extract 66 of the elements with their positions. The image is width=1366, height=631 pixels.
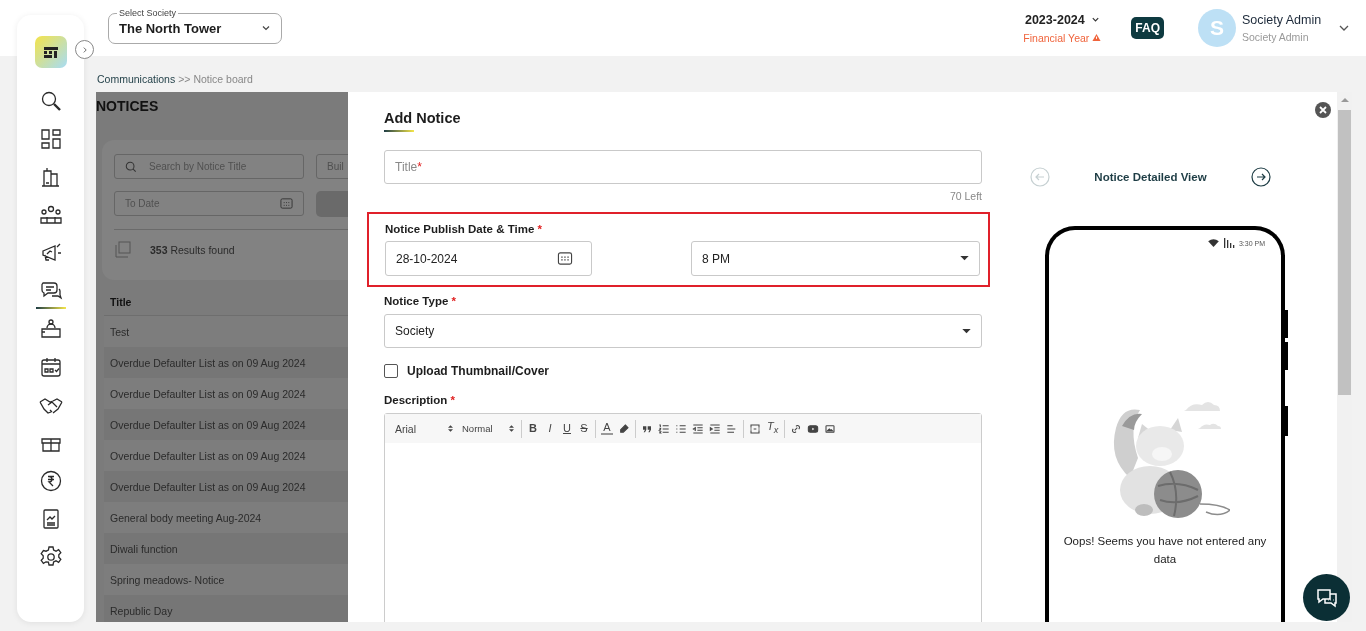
table-cell: Republic Day — [104, 595, 348, 622]
notice-type-select[interactable]: Society — [384, 314, 982, 348]
video-icon[interactable] — [807, 422, 820, 435]
table-cell: Diwali function — [104, 533, 348, 564]
chevron-down-icon[interactable] — [261, 23, 271, 33]
people-icon[interactable] — [38, 203, 63, 227]
table-cell: Overdue Defaulter List as on 09 Aug 2024 — [104, 347, 348, 378]
page-break-icon[interactable] — [749, 422, 761, 435]
indent-icon[interactable] — [709, 422, 721, 435]
strike-button[interactable]: S — [578, 423, 590, 434]
form-heading: Add Notice — [384, 110, 462, 126]
preview-title: Notice Detailed View — [1094, 171, 1207, 183]
field-label: Notice Publish Date & Time * — [385, 223, 543, 237]
rupee-icon[interactable] — [38, 469, 63, 493]
description-editor[interactable]: Arial Normal B I U S A T$_{x}$ — [384, 413, 982, 622]
caret-icon[interactable] — [960, 256, 969, 261]
financial-year-select[interactable]: 2023-2024 — [1024, 12, 1100, 27]
select-all-checkbox[interactable] — [114, 241, 132, 259]
empty-state-message: Oops! Seems you have not entered any data — [1062, 534, 1268, 567]
table-cell: Overdue Defaulter List as on 09 Aug 2024 — [104, 409, 348, 440]
faq-button[interactable]: FAQ — [1131, 17, 1164, 39]
numbered-list-icon[interactable] — [658, 422, 670, 435]
align-icon[interactable] — [726, 422, 738, 435]
table-cell: Overdue Defaulter List as on 09 Aug 2024 — [104, 471, 348, 502]
title-field[interactable]: Title* — [384, 150, 982, 184]
chevron-down-icon[interactable] — [1090, 15, 1100, 24]
image-icon[interactable] — [824, 422, 837, 435]
toolbar-select[interactable]: Arial — [393, 422, 455, 435]
italic-button[interactable]: I — [544, 423, 556, 434]
bold-button[interactable]: B — [527, 423, 539, 434]
caret-icon[interactable] — [962, 328, 971, 334]
clean-button[interactable]: T$_{x}$ — [766, 421, 780, 436]
calendar-icon[interactable] — [38, 355, 63, 379]
expand-sidebar-button[interactable] — [75, 40, 94, 59]
date-field[interactable]: 28-10-2024 — [385, 241, 592, 276]
wifi-icon — [1207, 239, 1219, 247]
thumbnail-checkbox[interactable] — [384, 364, 398, 378]
character-counter: 70 Left — [948, 190, 982, 202]
user-role: Society Admin — [1242, 31, 1310, 43]
signal-icon — [1222, 238, 1235, 248]
outdent-icon[interactable] — [692, 422, 704, 435]
results-count: 353 Results found — [150, 244, 235, 256]
reception-icon[interactable] — [38, 317, 63, 341]
close-icon[interactable] — [1315, 102, 1331, 118]
financial-year-caption: Financial Year — [1023, 31, 1090, 44]
field-label: Notice Type * — [384, 295, 457, 309]
highlight-icon[interactable] — [618, 422, 630, 435]
toolbar-select[interactable]: Normal — [460, 423, 516, 434]
dashboard-icon[interactable] — [38, 127, 63, 151]
color-button[interactable]: A — [601, 422, 613, 435]
breadcrumb-current: >> Notice board — [178, 73, 253, 85]
page-title: NOTICES — [96, 97, 160, 116]
stepper-icon[interactable] — [448, 424, 453, 433]
search-icon — [125, 160, 137, 173]
underline-button[interactable]: U — [561, 423, 573, 434]
user-name: Society Admin — [1242, 13, 1323, 27]
breadcrumb-link[interactable]: Communications — [97, 73, 176, 85]
settings-icon[interactable] — [38, 545, 63, 569]
app-logo — [34, 36, 67, 68]
field-label: Description * — [384, 394, 456, 408]
checkbox-label[interactable]: Upload Thumbnail/Cover — [407, 364, 549, 378]
stepper-icon[interactable] — [509, 424, 514, 433]
calendar-icon[interactable] — [557, 251, 573, 266]
time-select[interactable]: 8 PM — [691, 241, 980, 276]
bullet-list-icon[interactable] — [675, 422, 687, 435]
link-icon[interactable] — [790, 422, 803, 435]
